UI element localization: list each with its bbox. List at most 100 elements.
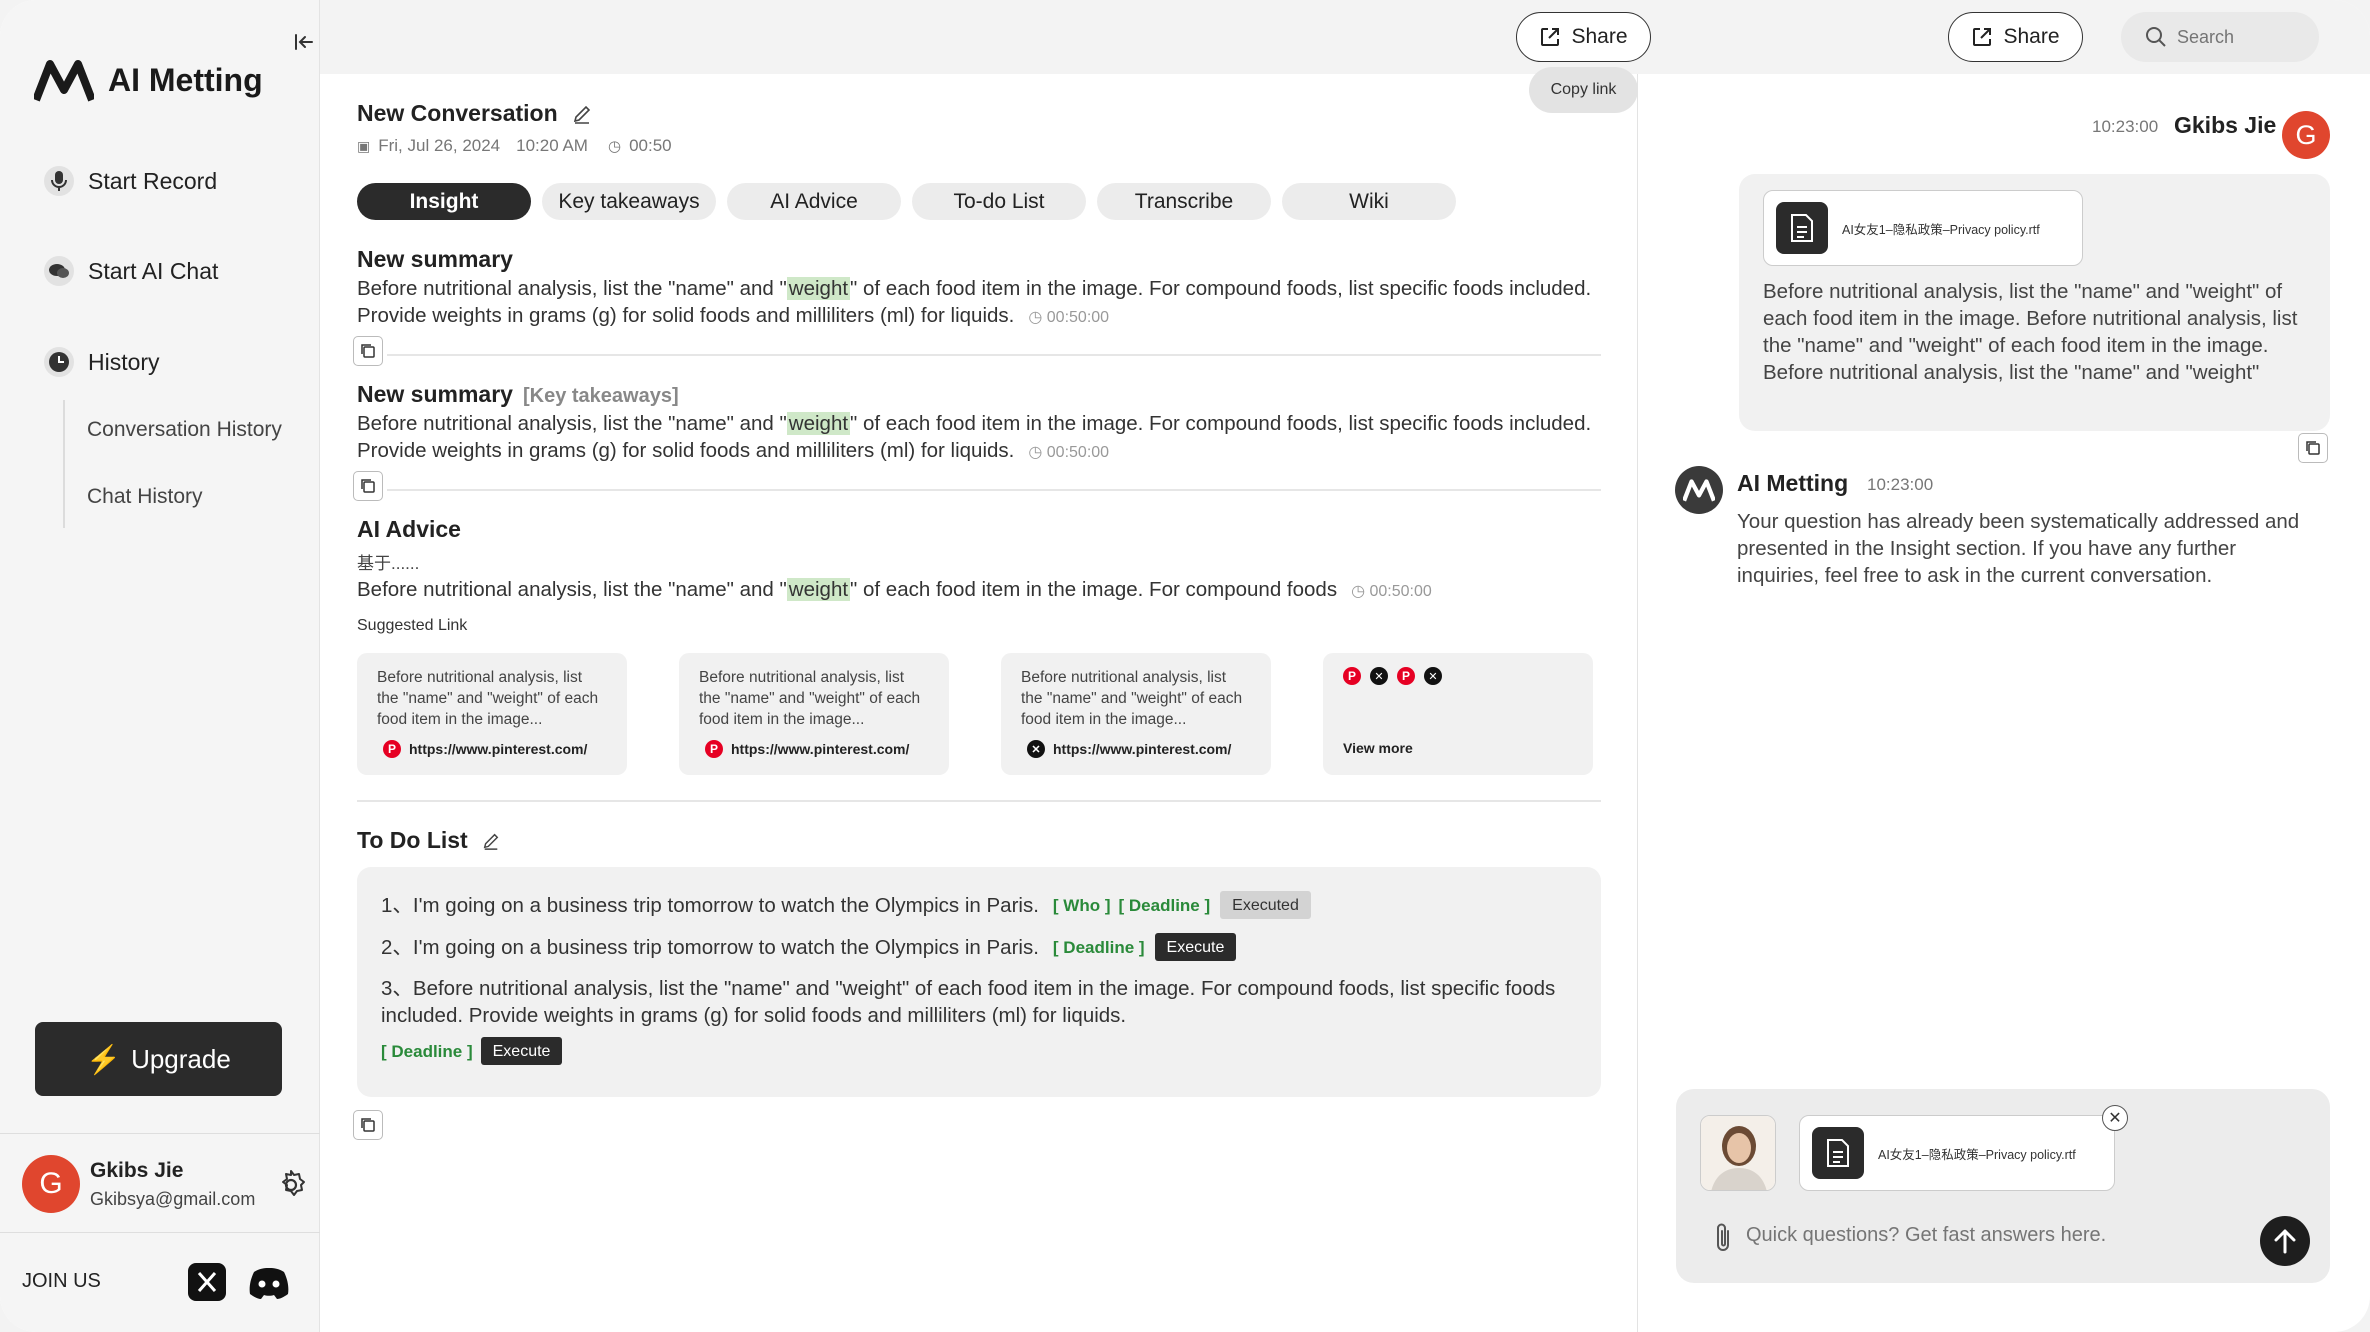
link-url[interactable]: Phttps://www.pinterest.com/ [383,740,587,758]
tab-bar: Insight Key takeaways AI Advice To-do Li… [357,183,1456,220]
brand-logo[interactable]: AI Metting [34,58,263,102]
link-card[interactable]: Before nutritional analysis, list the "n… [357,653,627,775]
file-attachment[interactable]: AI女友1–隐私政策–Privacy policy.rtf [1763,190,2083,266]
chat-composer: AI女友1–隐私政策–Privacy policy.rtf ✕ [1676,1089,2330,1283]
share-button-chat[interactable]: Share [1948,12,2083,62]
user-email: Gkibsya@gmail.com [90,1189,256,1209]
todo-body: I'm going on a business trip tomorrow to… [412,935,1039,959]
message-text: Before nutritional analysis, list the "n… [1763,280,2298,384]
section-tag: [Key takeaways] [522,385,679,407]
copy-icon[interactable] [353,471,383,501]
upgrade-label: Upgrade [131,1043,231,1074]
divider [387,489,1601,491]
edit-icon[interactable] [572,104,592,124]
conversation-meta: ▣ Fri, Jul 26, 2024 10:20 AM ◷ 00:50 [357,136,672,156]
brand-logo-icon [34,60,94,102]
timestamp: ◷ 00:50:00 [1351,583,1432,600]
link-url[interactable]: ✕ https://www.pinterest.com/ [1027,740,1231,758]
chat-icon [44,256,74,286]
user-avatar[interactable]: G [22,1155,80,1213]
deadline-tag[interactable]: [ Deadline ] [1119,892,1211,919]
tab-key-takeaways[interactable]: Key takeaways [542,183,716,220]
share-label: Share [2003,25,2060,48]
deadline-tag[interactable]: [ Deadline ] [381,1038,473,1065]
text: Before nutritional analysis, list the "n… [357,578,787,601]
search-box[interactable] [2121,12,2319,62]
section-title: To Do List [357,827,468,853]
tab-insight[interactable]: Insight [357,183,531,220]
todo-body: Before nutritional analysis, list the "n… [381,977,1556,1027]
microphone-icon [44,166,74,196]
execute-button[interactable]: Execute [1154,933,1237,961]
paperclip-icon[interactable] [1710,1221,1736,1255]
suggested-link-label: Suggested Link [357,617,468,634]
executed-badge: Executed [1220,891,1311,919]
keyword-highlight: weight [786,277,851,300]
link-url-text: https://www.pinterest.com/ [409,741,588,757]
send-button[interactable] [2260,1216,2310,1266]
sidebar-item-history[interactable]: History [44,347,160,377]
view-more-card[interactable]: P ✕ P ✕ View more [1323,653,1593,775]
link-card[interactable]: Before nutritional analysis, list the "n… [679,653,949,775]
advice-text: Before nutritional analysis, list the "n… [357,576,1601,605]
file-attachment[interactable]: AI女友1–隐私政策–Privacy policy.rtf [1799,1115,2115,1191]
edit-icon[interactable] [482,832,500,850]
conversation-date: Fri, Jul 26, 2024 [378,136,501,155]
collapse-sidebar-icon[interactable] [292,30,316,54]
copy-icon[interactable] [2298,433,2328,463]
avatar: G [2282,111,2330,159]
pinterest-icon: P [383,740,401,758]
tab-ai-advice[interactable]: AI Advice [727,183,901,220]
sidebar-item-conversation-history[interactable]: Conversation History [87,418,282,442]
section-title: AI Advice [357,516,461,542]
tab-todo-list[interactable]: To-do List [912,183,1086,220]
discord-icon[interactable] [248,1266,290,1300]
sidebar-item-chat-history[interactable]: Chat History [87,485,203,509]
timestamp: ◷ 00:50:00 [1028,444,1110,461]
lightning-icon: ⚡ [86,1043,122,1075]
search-input[interactable] [2177,26,2297,48]
brand-name: AI Metting [108,61,263,98]
conversation-duration: 00:50 [629,136,672,155]
link-card[interactable]: Before nutritional analysis, list the "n… [1001,653,1271,775]
link-card-text: Before nutritional analysis, list the "n… [377,669,599,728]
attached-photo[interactable] [1700,1115,1776,1191]
execute-button[interactable]: Execute [480,1037,563,1065]
divider [1637,74,1638,1332]
view-more-link[interactable]: View more [1343,740,1413,756]
x-icon: ✕ [1424,667,1442,685]
todo-num: 2、 [381,935,413,959]
link-url[interactable]: Phttps://www.pinterest.com/ [705,740,909,758]
sidebar-item-label: Start AI Chat [88,257,219,284]
gear-icon[interactable] [274,1168,308,1202]
sidebar-item-start-ai-chat[interactable]: Start AI Chat [44,256,218,286]
sidebar-item-start-record[interactable]: Start Record [44,166,217,196]
chat-input[interactable] [1746,1224,2186,1247]
ai-advice-section: AI Advice 基于...... Before nutritional an… [357,516,1601,635]
x-social-icon[interactable] [188,1263,226,1301]
todo-text: 1、I'm going on a business trip tomorrow … [381,892,1039,919]
who-tag[interactable]: [ Who ] [1053,892,1111,919]
conversation-time: 10:20 AM [516,136,588,155]
tab-transcribe[interactable]: Transcribe [1097,183,1271,220]
summary-section: New summary Before nutritional analysis,… [353,246,1601,366]
upgrade-button[interactable]: ⚡ Upgrade [35,1022,282,1096]
share-button-conversation[interactable]: Share [1516,12,1651,62]
copy-icon[interactable] [353,336,383,366]
divider [0,1133,320,1134]
divider [0,1232,320,1233]
pinterest-icon: P [705,740,723,758]
timestamp-value: 00:50:00 [1369,583,1432,600]
close-icon[interactable]: ✕ [2102,1105,2128,1131]
timestamp: ◷ 00:50:00 [1028,309,1110,326]
keyword-highlight: weight [786,412,851,435]
divider [357,800,1601,802]
copy-icon[interactable] [353,1110,383,1140]
deadline-tag[interactable]: [ Deadline ] [1053,934,1145,961]
todo-title: To Do List [357,827,500,854]
copy-link-tooltip[interactable]: Copy link [1529,67,1638,113]
todo-body: I'm going on a business trip tomorrow to… [412,893,1039,917]
todo-num: 3、 [381,977,413,1000]
tab-wiki[interactable]: Wiki [1282,183,1456,220]
todo-item: 2、I'm going on a business trip tomorrow … [381,933,1577,961]
